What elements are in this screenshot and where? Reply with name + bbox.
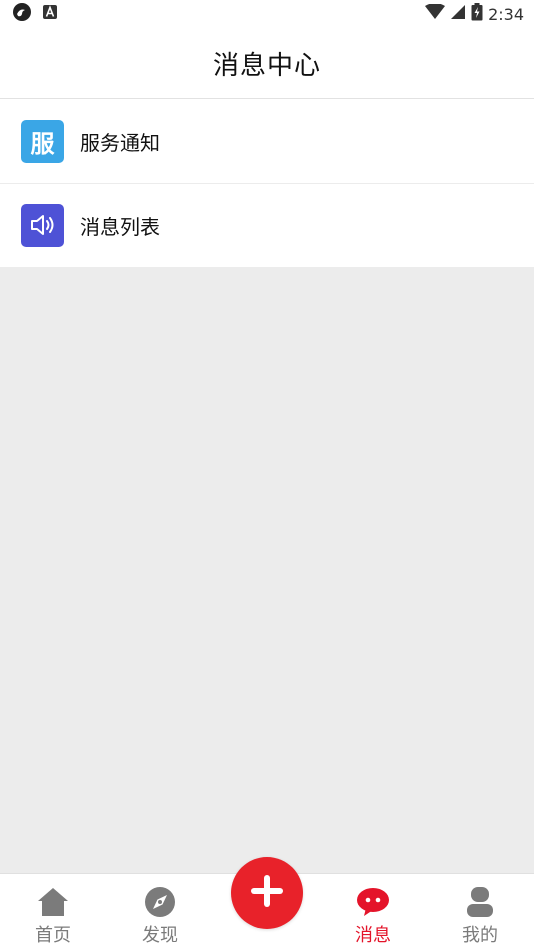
status-bar: 2:34: [0, 0, 534, 28]
add-button[interactable]: [231, 857, 303, 929]
speaker-icon: [21, 203, 64, 247]
tab-home[interactable]: 首页: [0, 874, 106, 950]
compass-icon: [144, 885, 176, 919]
list-item-message-list[interactable]: 消息列表: [0, 183, 534, 267]
tab-label: 消息: [355, 925, 391, 946]
battery-icon: [471, 3, 483, 25]
message-list: 服 服务通知 消息列表: [0, 99, 534, 267]
user-icon: [465, 885, 495, 919]
tab-label: 首页: [35, 925, 71, 946]
app-notification-icon: [12, 2, 32, 26]
app-header: 消息中心: [0, 28, 534, 99]
tab-mine[interactable]: 我的: [427, 874, 533, 950]
status-time: 2:34: [488, 4, 524, 24]
home-icon: [36, 885, 70, 919]
tab-label: 发现: [142, 925, 178, 946]
list-item-label: 服务通知: [80, 130, 160, 155]
plus-icon: [247, 871, 287, 915]
list-item-service-notice[interactable]: 服 服务通知: [0, 99, 534, 183]
signal-icon: [450, 4, 466, 24]
chat-icon: [356, 885, 390, 919]
tab-discover[interactable]: 发现: [107, 874, 213, 950]
tab-messages[interactable]: 消息: [320, 874, 426, 950]
wifi-icon: [425, 3, 446, 24]
list-item-label: 消息列表: [80, 214, 160, 239]
tab-label: 我的: [462, 925, 498, 946]
service-icon-glyph: 服: [30, 129, 55, 158]
page-title: 消息中心: [212, 50, 321, 81]
service-icon: 服: [21, 119, 64, 163]
a-notification-icon: [42, 4, 58, 24]
